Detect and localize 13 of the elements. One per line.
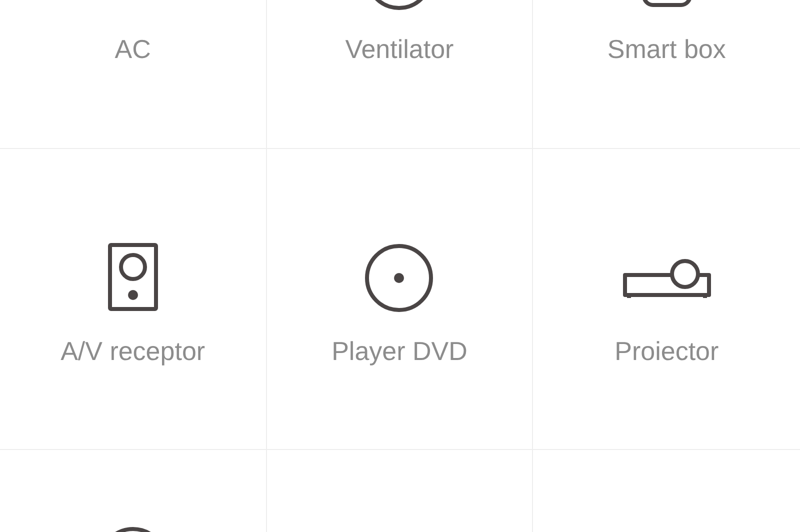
device-tile[interactable]: A/V receptor [0, 149, 267, 450]
device-label: Smart box [607, 34, 726, 64]
device-tile[interactable]: Smart box [533, 0, 800, 149]
device-tile[interactable]: Proiector [533, 149, 800, 450]
device-tile[interactable]: Ventilator [266, 0, 534, 149]
device-label: A/V receptor [60, 336, 206, 366]
disc-icon [364, 243, 434, 313]
device-label: AC [114, 34, 151, 64]
device-tile[interactable]: Player DVD [266, 149, 534, 450]
device-label: Player DVD [332, 336, 468, 366]
device-label: Proiector [614, 336, 719, 366]
device-tile[interactable]: AC [0, 0, 267, 149]
device-label: Ventilator [345, 34, 454, 64]
